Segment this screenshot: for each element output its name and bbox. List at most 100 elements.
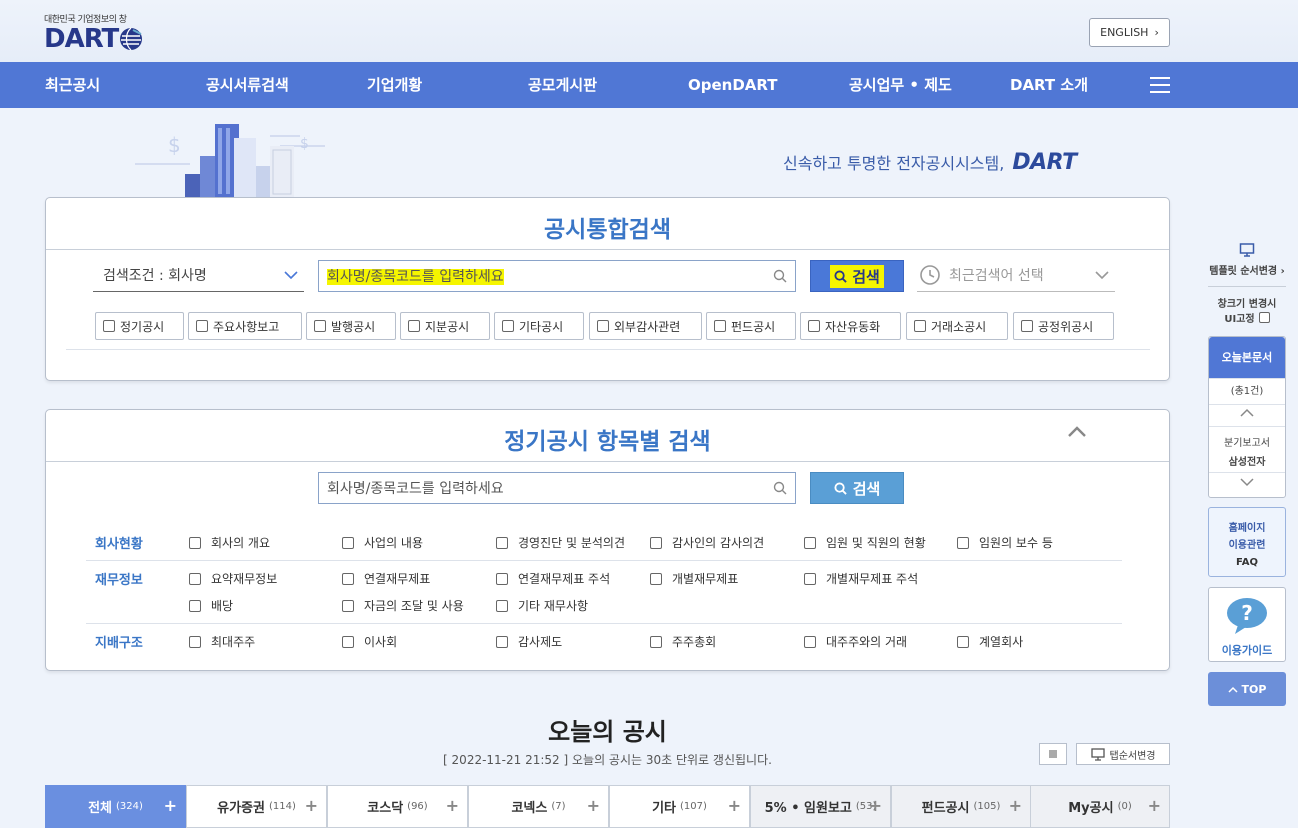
item-consolidated-notes[interactable]: 연결재무제표 주석 bbox=[496, 570, 610, 587]
item-shareholders-meeting[interactable]: 주주총회 bbox=[650, 633, 716, 650]
checkbox[interactable] bbox=[496, 599, 508, 612]
filter-issuance[interactable]: 발행공시 bbox=[306, 312, 396, 340]
plus-icon[interactable]: + bbox=[728, 796, 741, 815]
checkbox[interactable] bbox=[808, 320, 820, 332]
nav-company[interactable]: 기업개황 bbox=[367, 62, 422, 108]
tab-konex[interactable]: 코넥스 (7) + bbox=[468, 785, 609, 828]
scroll-down-button[interactable] bbox=[1209, 472, 1285, 496]
menu-icon[interactable] bbox=[1150, 77, 1170, 93]
tab-all[interactable]: 전체 (324) + bbox=[45, 785, 186, 828]
checkbox[interactable] bbox=[408, 320, 420, 332]
tab-order-button[interactable]: 탭순서변경 bbox=[1076, 743, 1170, 765]
tab-my[interactable]: My공시 (0) + bbox=[1030, 785, 1170, 828]
checkbox[interactable] bbox=[650, 536, 662, 549]
nav-recent[interactable]: 최근공시 bbox=[45, 62, 100, 108]
checkbox[interactable] bbox=[342, 635, 354, 648]
plus-icon[interactable]: + bbox=[164, 796, 177, 815]
item-funding[interactable]: 자금의 조달 및 사용 bbox=[342, 597, 464, 614]
item-consolidated[interactable]: 연결재무제표 bbox=[342, 570, 430, 587]
filter-major-report[interactable]: 주요사항보고 bbox=[188, 312, 302, 340]
checkbox[interactable] bbox=[496, 572, 508, 585]
scroll-up-button[interactable] bbox=[1209, 404, 1285, 426]
top-button[interactable]: TOP bbox=[1208, 672, 1286, 706]
checkbox[interactable] bbox=[196, 320, 208, 332]
recent-search-select[interactable]: 최근검색어 선택 bbox=[917, 259, 1115, 292]
checkbox[interactable] bbox=[496, 536, 508, 549]
chevron-up-icon[interactable] bbox=[1067, 426, 1087, 438]
plus-icon[interactable]: + bbox=[446, 796, 459, 815]
checkbox[interactable] bbox=[1258, 312, 1270, 323]
tab-kospi[interactable]: 유가증권 (114) + bbox=[186, 785, 327, 828]
nav-offering-board[interactable]: 공모게시판 bbox=[528, 62, 597, 108]
periodic-search-input[interactable]: 회사명/종목코드를 입력하세요 bbox=[318, 472, 796, 504]
item-summary-fin[interactable]: 요약재무정보 bbox=[189, 570, 277, 587]
tab-kosdaq[interactable]: 코스닥 (96) + bbox=[327, 785, 468, 828]
item-affiliates[interactable]: 계열회사 bbox=[957, 633, 1023, 650]
search-condition-select[interactable]: 검색조건 : 회사명 bbox=[93, 259, 304, 292]
checkbox[interactable] bbox=[714, 320, 726, 332]
item-audit-system[interactable]: 감사제도 bbox=[496, 633, 562, 650]
tab-other[interactable]: 기타 (107) + bbox=[609, 785, 750, 828]
filter-exchange[interactable]: 거래소공시 bbox=[906, 312, 1008, 340]
checkbox[interactable] bbox=[1021, 320, 1033, 332]
filter-equity[interactable]: 지분공시 bbox=[400, 312, 490, 340]
plus-icon[interactable]: + bbox=[1009, 796, 1022, 815]
plus-icon[interactable]: + bbox=[587, 796, 600, 815]
item-largest-shareholder[interactable]: 최대주주 bbox=[189, 633, 255, 650]
filter-fund[interactable]: 펀드공시 bbox=[706, 312, 796, 340]
nav-doc-search[interactable]: 공시서류검색 bbox=[206, 62, 289, 108]
nav-disclosure-rules[interactable]: 공시업무 • 제도 bbox=[849, 62, 952, 108]
item-board[interactable]: 이사회 bbox=[342, 633, 397, 650]
item-business[interactable]: 사업의 내용 bbox=[342, 534, 423, 551]
checkbox[interactable] bbox=[957, 536, 969, 549]
dart-logo[interactable]: 대한민국 기업정보의 창 DART bbox=[44, 12, 143, 52]
tab-5pct[interactable]: 5% • 임원보고 (53) + bbox=[750, 785, 891, 828]
plus-icon[interactable]: + bbox=[869, 796, 882, 815]
checkbox[interactable] bbox=[189, 572, 201, 585]
filter-other[interactable]: 기타공시 bbox=[494, 312, 584, 340]
checkbox[interactable] bbox=[189, 536, 201, 549]
view-toggle-button[interactable] bbox=[1039, 743, 1067, 765]
item-separate-notes[interactable]: 개별재무제표 주석 bbox=[804, 570, 918, 587]
faq-button[interactable]: 홈페이지 이용관련 FAQ bbox=[1208, 507, 1286, 577]
item-company-overview[interactable]: 회사의 개요 bbox=[189, 534, 270, 551]
checkbox[interactable] bbox=[342, 599, 354, 612]
guide-button[interactable]: ? 이용가이드 bbox=[1208, 587, 1286, 662]
checkbox[interactable] bbox=[342, 572, 354, 585]
plus-icon[interactable]: + bbox=[305, 796, 318, 815]
nav-about[interactable]: DART 소개 bbox=[1010, 62, 1088, 108]
checkbox[interactable] bbox=[914, 320, 926, 332]
item-mdna[interactable]: 경영진단 및 분석의견 bbox=[496, 534, 625, 551]
english-button[interactable]: ENGLISH › bbox=[1089, 18, 1170, 47]
plus-icon[interactable]: + bbox=[1148, 796, 1161, 815]
filter-periodic[interactable]: 정기공시 bbox=[95, 312, 184, 340]
checkbox[interactable] bbox=[103, 320, 115, 332]
ui-fix-toggle[interactable]: 창크기 변경시 UI고정 bbox=[1208, 295, 1286, 325]
integrated-search-button[interactable]: 검색 bbox=[810, 260, 904, 292]
checkbox[interactable] bbox=[597, 320, 609, 332]
item-other-fin[interactable]: 기타 재무사항 bbox=[496, 597, 588, 614]
checkbox[interactable] bbox=[496, 635, 508, 648]
item-related-transactions[interactable]: 대주주와의 거래 bbox=[804, 633, 907, 650]
checkbox[interactable] bbox=[957, 635, 969, 648]
checkbox[interactable] bbox=[804, 572, 816, 585]
item-dividend[interactable]: 배당 bbox=[189, 597, 233, 614]
checkbox[interactable] bbox=[650, 635, 662, 648]
company-search-input[interactable]: 회사명/종목코드를 입력하세요 bbox=[318, 260, 796, 292]
item-audit-opinion[interactable]: 감사인의 감사의견 bbox=[650, 534, 764, 551]
tab-fund[interactable]: 펀드공시 (105) + bbox=[891, 785, 1031, 828]
item-compensation[interactable]: 임원의 보수 등 bbox=[957, 534, 1053, 551]
checkbox[interactable] bbox=[189, 599, 201, 612]
checkbox[interactable] bbox=[342, 536, 354, 549]
checkbox[interactable] bbox=[502, 320, 514, 332]
checkbox[interactable] bbox=[314, 320, 326, 332]
periodic-search-button[interactable]: 검색 bbox=[810, 472, 904, 504]
nav-opendart[interactable]: OpenDART bbox=[688, 62, 778, 108]
checkbox[interactable] bbox=[804, 536, 816, 549]
filter-ftc[interactable]: 공정위공시 bbox=[1013, 312, 1114, 340]
checkbox[interactable] bbox=[189, 635, 201, 648]
filter-audit[interactable]: 외부감사관련 bbox=[589, 312, 702, 340]
checkbox[interactable] bbox=[650, 572, 662, 585]
recent-doc-item[interactable]: 분기보고서 삼성전자 bbox=[1209, 426, 1285, 472]
checkbox[interactable] bbox=[804, 635, 816, 648]
